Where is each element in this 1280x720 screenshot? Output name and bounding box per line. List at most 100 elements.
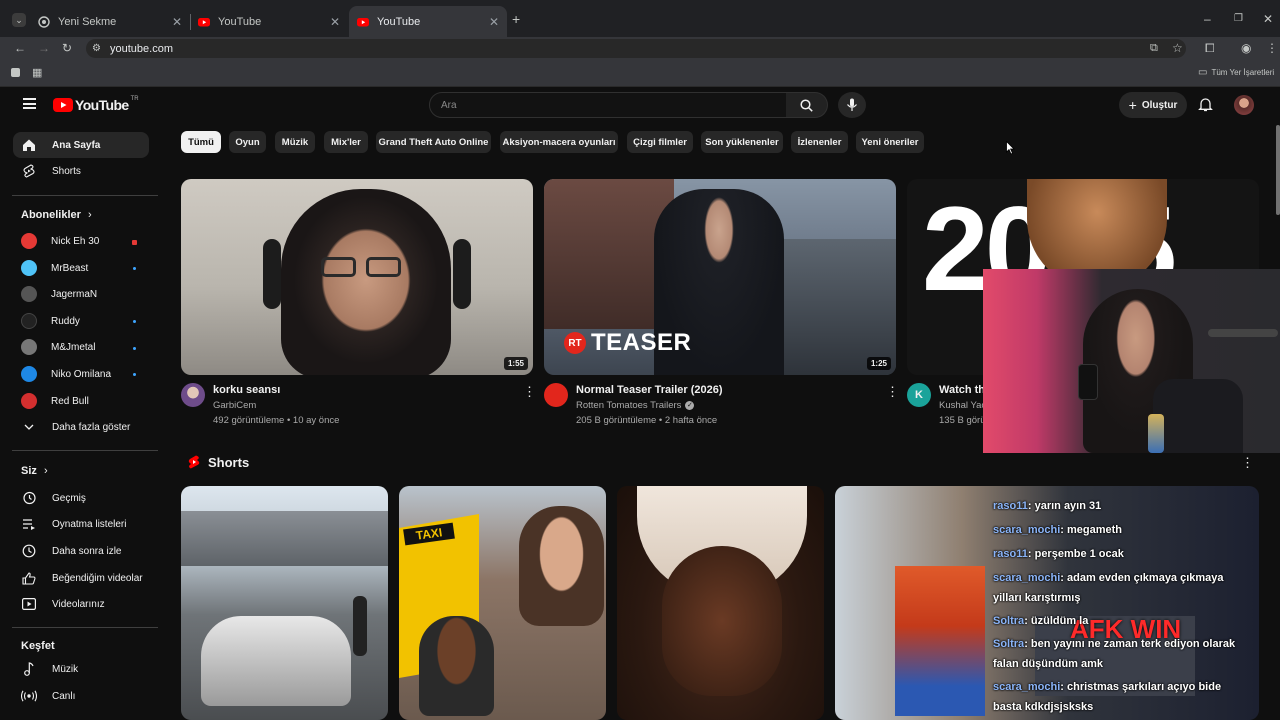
close-icon[interactable]: ✕ <box>172 15 182 29</box>
video-channel-row[interactable]: Rotten Tomatoes Trailers ✓ <box>576 398 695 413</box>
close-icon[interactable]: ✕ <box>489 15 499 29</box>
chat-user: scara_mochi <box>993 524 1061 536</box>
short-thumbnail[interactable]: TAXI <box>399 486 606 720</box>
reload-icon[interactable]: ↻ <box>62 42 72 54</box>
chip-new-to-you[interactable]: Yeni öneriler <box>856 131 924 153</box>
restore-icon[interactable]: ❐ <box>1234 13 1243 25</box>
profile-icon[interactable]: ◉ <box>1241 42 1251 54</box>
new-content-dot <box>133 373 136 376</box>
video-menu-icon[interactable]: ⋮ <box>523 385 536 398</box>
sidebar-show-more[interactable]: Daha fazla göster <box>13 414 149 440</box>
sidebar-item-shorts[interactable]: Shorts <box>13 158 149 184</box>
address-bar[interactable] <box>86 39 1186 58</box>
menu-dots-icon[interactable]: ⋮ <box>1266 42 1278 54</box>
sidebar-item-subscription[interactable]: Red Bull <box>13 388 149 414</box>
sidebar-item-label: Beğendiğim videolar <box>52 572 143 584</box>
chip-gta-online[interactable]: Grand Theft Auto Online <box>376 131 491 153</box>
sidebar-item-live[interactable]: Canlı <box>13 683 149 709</box>
tab-search-button[interactable]: ⌄ <box>12 13 26 27</box>
close-icon[interactable]: ✕ <box>330 15 340 29</box>
minimize-icon[interactable]: – <box>1204 13 1211 25</box>
all-bookmarks-label: Tüm Yer İşaretleri <box>1211 68 1275 77</box>
subscriptions-heading[interactable]: Abonelikler › <box>21 209 92 221</box>
chip-music[interactable]: Müzik <box>275 131 315 153</box>
microphone-icon <box>847 98 857 111</box>
apps-grid-icon[interactable]: ▦ <box>32 67 42 79</box>
video-title[interactable]: Watch thi <box>939 384 988 396</box>
close-window-icon[interactable]: ✕ <box>1263 13 1273 25</box>
chip-action-adventure[interactable]: Aksiyon-macera oyunları <box>500 131 618 153</box>
video-title[interactable]: Normal Teaser Trailer (2026) <box>576 384 723 396</box>
sidebar-item-subscription[interactable]: MrBeast <box>13 255 149 281</box>
sidebar-divider <box>12 627 158 628</box>
tab-new-tab[interactable]: Yeni Sekme ✕ <box>30 6 190 37</box>
sidebar-item-label: JagermaN <box>51 288 98 300</box>
explore-heading: Keşfet <box>21 640 55 652</box>
all-bookmarks[interactable]: ▭ Tüm Yer İşaretleri <box>1198 67 1274 78</box>
chat-user: scara_mochi <box>993 572 1061 584</box>
sidebar-item-watch-later[interactable]: Daha sonra izle <box>13 538 149 564</box>
search-input[interactable]: Ara <box>429 92 787 118</box>
video-thumbnail[interactable]: RT TEASER 1:25 <box>544 179 896 375</box>
channel-avatar <box>21 233 37 249</box>
sidebar-item-subscription[interactable]: JagermaN <box>13 281 149 307</box>
extensions-icon[interactable]: ⧠ <box>1205 42 1215 54</box>
sidebar-item-label: Daha sonra izle <box>52 545 122 557</box>
bookmark-star-icon[interactable]: ☆ <box>1172 42 1183 54</box>
chip-cartoons[interactable]: Çizgi filmler <box>627 131 693 153</box>
sidebar-item-subscription[interactable]: Nick Eh 30 <box>13 228 149 254</box>
search-button[interactable] <box>786 92 828 118</box>
sidebar-divider <box>12 195 158 196</box>
you-heading[interactable]: Siz › <box>21 465 48 477</box>
sidebar-item-music[interactable]: Müzik <box>13 656 149 682</box>
channel-avatar[interactable] <box>181 383 205 407</box>
tab-youtube-active[interactable]: YouTube ✕ <box>349 6 507 37</box>
new-content-dot <box>133 347 136 350</box>
chat-user: scara_mochi <box>993 681 1061 693</box>
video-meta: 205 B görüntüleme • 2 hafta önce <box>576 415 718 426</box>
channel-avatar[interactable]: K <box>907 383 931 407</box>
tab-youtube[interactable]: YouTube ✕ <box>190 6 348 37</box>
sidebar-item-subscription[interactable]: M&Jmetal <box>13 334 149 360</box>
voice-search-button[interactable] <box>838 92 866 118</box>
sidebar-item-label: Müzik <box>52 663 79 675</box>
chip-watched[interactable]: İzlenenler <box>791 131 848 153</box>
sidebar-item-history[interactable]: Geçmiş <box>13 485 149 511</box>
sidebar-item-liked-videos[interactable]: Beğendiğim videolar <box>13 565 149 591</box>
video-channel: Rotten Tomatoes Trailers <box>576 400 682 411</box>
sidebar-item-subscription[interactable]: Niko Omilana <box>13 361 149 387</box>
page-scrollbar[interactable] <box>1276 125 1280 215</box>
sidebar-item-label: Nick Eh 30 <box>51 235 100 247</box>
hamburger-menu-icon[interactable] <box>23 98 36 109</box>
video-menu-icon[interactable]: ⋮ <box>886 385 899 398</box>
shorts-menu-icon[interactable]: ⋮ <box>1241 456 1254 469</box>
user-avatar[interactable] <box>1234 95 1254 115</box>
chat-user: raso11 <box>993 500 1028 512</box>
sidebar-item-label: Red Bull <box>51 395 89 407</box>
app-icon[interactable] <box>11 68 20 77</box>
chip-mixes[interactable]: Mix'ler <box>324 131 368 153</box>
sidebar-item-playlists[interactable]: Oynatma listeleri <box>13 511 149 537</box>
sidebar-item-home[interactable]: Ana Sayfa <box>13 132 149 158</box>
chat-text: : üzüldüm la <box>1024 615 1089 627</box>
sidebar-item-subscription[interactable]: Ruddy <box>13 308 149 334</box>
site-info-icon[interactable]: ⚙ <box>92 43 101 55</box>
chip-all[interactable]: Tümü <box>181 131 221 153</box>
sidebar-item-your-videos[interactable]: Videolarınız <box>13 591 149 617</box>
back-icon[interactable]: ← <box>14 42 26 54</box>
create-button[interactable]: + Oluştur <box>1119 92 1187 118</box>
install-app-icon[interactable]: ⧉ <box>1150 42 1158 54</box>
chip-games[interactable]: Oyun <box>229 131 266 153</box>
video-title[interactable]: korku seansı <box>213 384 280 396</box>
youtube-logo[interactable]: YouTube TR <box>53 96 139 113</box>
video-channel[interactable]: Kushal Yac <box>939 398 986 413</box>
video-channel[interactable]: GarbiCem <box>213 398 256 413</box>
chip-recently-uploaded[interactable]: Son yüklenenler <box>701 131 783 153</box>
channel-avatar[interactable] <box>544 383 568 407</box>
short-thumbnail[interactable] <box>617 486 824 720</box>
new-tab-button[interactable]: + <box>512 12 520 26</box>
forward-icon[interactable]: → <box>38 42 50 54</box>
short-thumbnail[interactable] <box>181 486 388 720</box>
video-thumbnail[interactable]: 1:55 <box>181 179 533 375</box>
notifications-button[interactable] <box>1198 97 1213 117</box>
